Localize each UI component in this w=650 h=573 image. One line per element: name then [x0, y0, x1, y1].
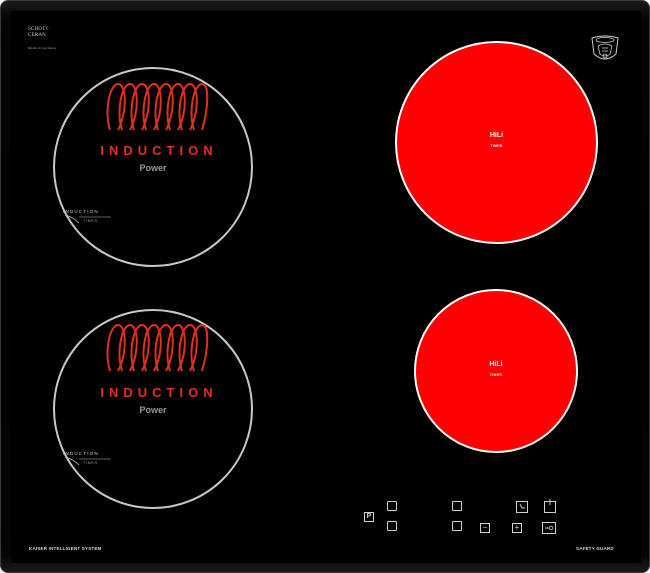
key-lock-icon — [542, 522, 556, 534]
hili-timer-label: TIMER — [490, 144, 503, 148]
safety-guard-label: SAFETY GUARD — [576, 546, 614, 551]
induction-label: INDUCTION — [100, 143, 218, 158]
timer-line1: INDUCTION — [63, 209, 99, 214]
timer-button[interactable] — [516, 501, 528, 513]
zone-select-left-top-button[interactable] — [387, 501, 397, 511]
power-button[interactable] — [544, 499, 556, 513]
power-icon — [544, 499, 556, 513]
hili-label: HiLi — [489, 132, 504, 139]
lock-button[interactable] — [542, 522, 556, 534]
kaiser-crest-icon — [591, 35, 619, 60]
made-in-label: Made in Germany — [28, 46, 57, 50]
hilight-zone-right-bottom[interactable]: HiLi TIMER — [414, 289, 578, 453]
minus-button[interactable]: − — [480, 523, 490, 533]
timer-line2: TIMER — [83, 219, 98, 223]
timer-line1: INDUCTION — [63, 451, 99, 456]
coil-icon — [106, 323, 209, 372]
brand-logo: SCHOTT CERAN Made in Germany — [28, 27, 56, 50]
zone-select-left-bottom-button[interactable] — [387, 521, 397, 531]
brand-system-label: KAISER INTELLIGENT SYSTEM — [29, 546, 102, 551]
coil-icon — [106, 82, 209, 131]
hilight-zone-right-top[interactable]: HiLi TIMER — [395, 41, 598, 244]
power-label: Power — [139, 405, 167, 415]
clock-icon — [516, 501, 528, 513]
zone-select-right-bottom-button[interactable] — [452, 521, 462, 531]
plus-button[interactable]: + — [512, 523, 522, 533]
timer-line2: TIMER — [83, 461, 98, 465]
hili-label: HiLi — [489, 361, 503, 368]
pause-button[interactable]: P — [364, 512, 374, 522]
brand-logo-line2: CERAN — [28, 33, 46, 38]
hili-timer-label: TIMER — [489, 373, 503, 377]
cooktop-frame: SCHOTT CERAN Made in Germany INDUCTION P… — [0, 0, 650, 573]
zone-select-right-top-button[interactable] — [452, 501, 462, 511]
power-label: Power — [139, 163, 167, 173]
induction-label: INDUCTION — [100, 385, 218, 400]
